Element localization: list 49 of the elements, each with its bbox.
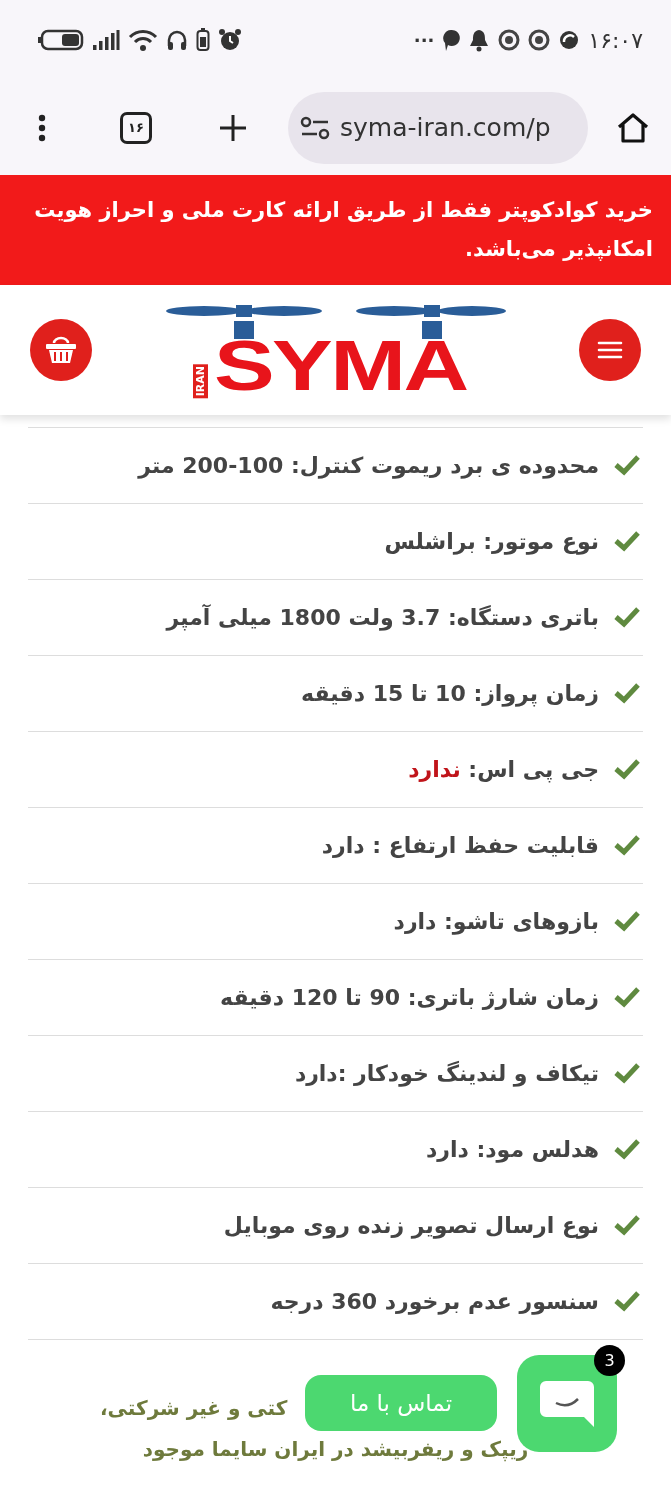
spec-text: قابلیت حفظ ارتفاع : دارد (321, 832, 599, 858)
wifi-icon (128, 28, 158, 52)
check-icon (613, 606, 641, 629)
site-settings-icon[interactable] (300, 114, 330, 141)
spec-text: تیکاف و لندینگ خودکار :دارد (294, 1060, 599, 1086)
notification-badge: 3 (594, 1345, 625, 1376)
overflow-indicator: ··· (413, 29, 435, 51)
spec-text: باتری دستگاه: 3.7 ولت 1800 میلی آمپر (166, 604, 599, 630)
basket-icon (44, 334, 78, 365)
check-icon (613, 1138, 641, 1161)
spec-text: جی پی اس: ندارد (408, 756, 599, 782)
signal-icon (92, 29, 120, 51)
check-icon (613, 758, 641, 781)
address-bar[interactable]: syma-iran.com/p (288, 91, 588, 164)
check-icon (613, 530, 641, 553)
tab-count-button[interactable]: ۱۶ (120, 111, 152, 144)
chat-icon (538, 1378, 596, 1429)
headphones-icon (166, 29, 188, 51)
description-text: کتی و غیر شرکتی، (100, 1394, 288, 1422)
site-logo[interactable]: IRAN SYMA (165, 301, 506, 399)
battery-icon (38, 29, 84, 51)
url-text: syma-iran.com/p (340, 113, 551, 142)
chat-bubble-icon (442, 28, 461, 52)
check-icon (613, 834, 641, 857)
battery-icon (196, 28, 210, 52)
swirl-icon (558, 29, 581, 51)
bell-icon (468, 28, 491, 52)
spec-text: سنسور عدم برخورد 360 درجه (270, 1288, 599, 1314)
spec-text: محدوده ی برد ریموت کنترل: 100-200 متر (138, 452, 599, 478)
description-text: ریپک و ریفربیشد در ایران سایما موجود (142, 1435, 529, 1464)
menu-icon (597, 339, 623, 360)
spec-text: بازوهای تاشو: دارد (393, 908, 599, 934)
browser-icon (528, 29, 551, 51)
browser-icon (498, 29, 521, 51)
check-icon (613, 1062, 641, 1085)
alarm-icon (218, 28, 242, 52)
check-icon (613, 682, 641, 705)
spec-text: زمان شارژ باتری: 90 تا 120 دقیقه (220, 984, 599, 1010)
spec-text: نوع موتور: براشلس (384, 528, 599, 554)
clock-time: ۱۶:۰۷ (588, 27, 643, 53)
spec-text: نوع ارسال تصویر زنده روی موبایل (223, 1212, 599, 1238)
check-icon (613, 910, 641, 933)
spec-text: زمان پرواز: 10 تا 15 دقیقه (301, 680, 599, 706)
check-icon (613, 1214, 641, 1237)
notice-text: خرید کوادکوپتر فقط از طریق ارائه کارت ملی و احراز هویت امکانپذیر می‌باشد. (34, 198, 653, 261)
spec-text: هدلس مود: دارد (426, 1136, 599, 1162)
check-icon (613, 1290, 641, 1313)
check-icon (613, 986, 641, 1009)
check-icon (613, 454, 641, 477)
